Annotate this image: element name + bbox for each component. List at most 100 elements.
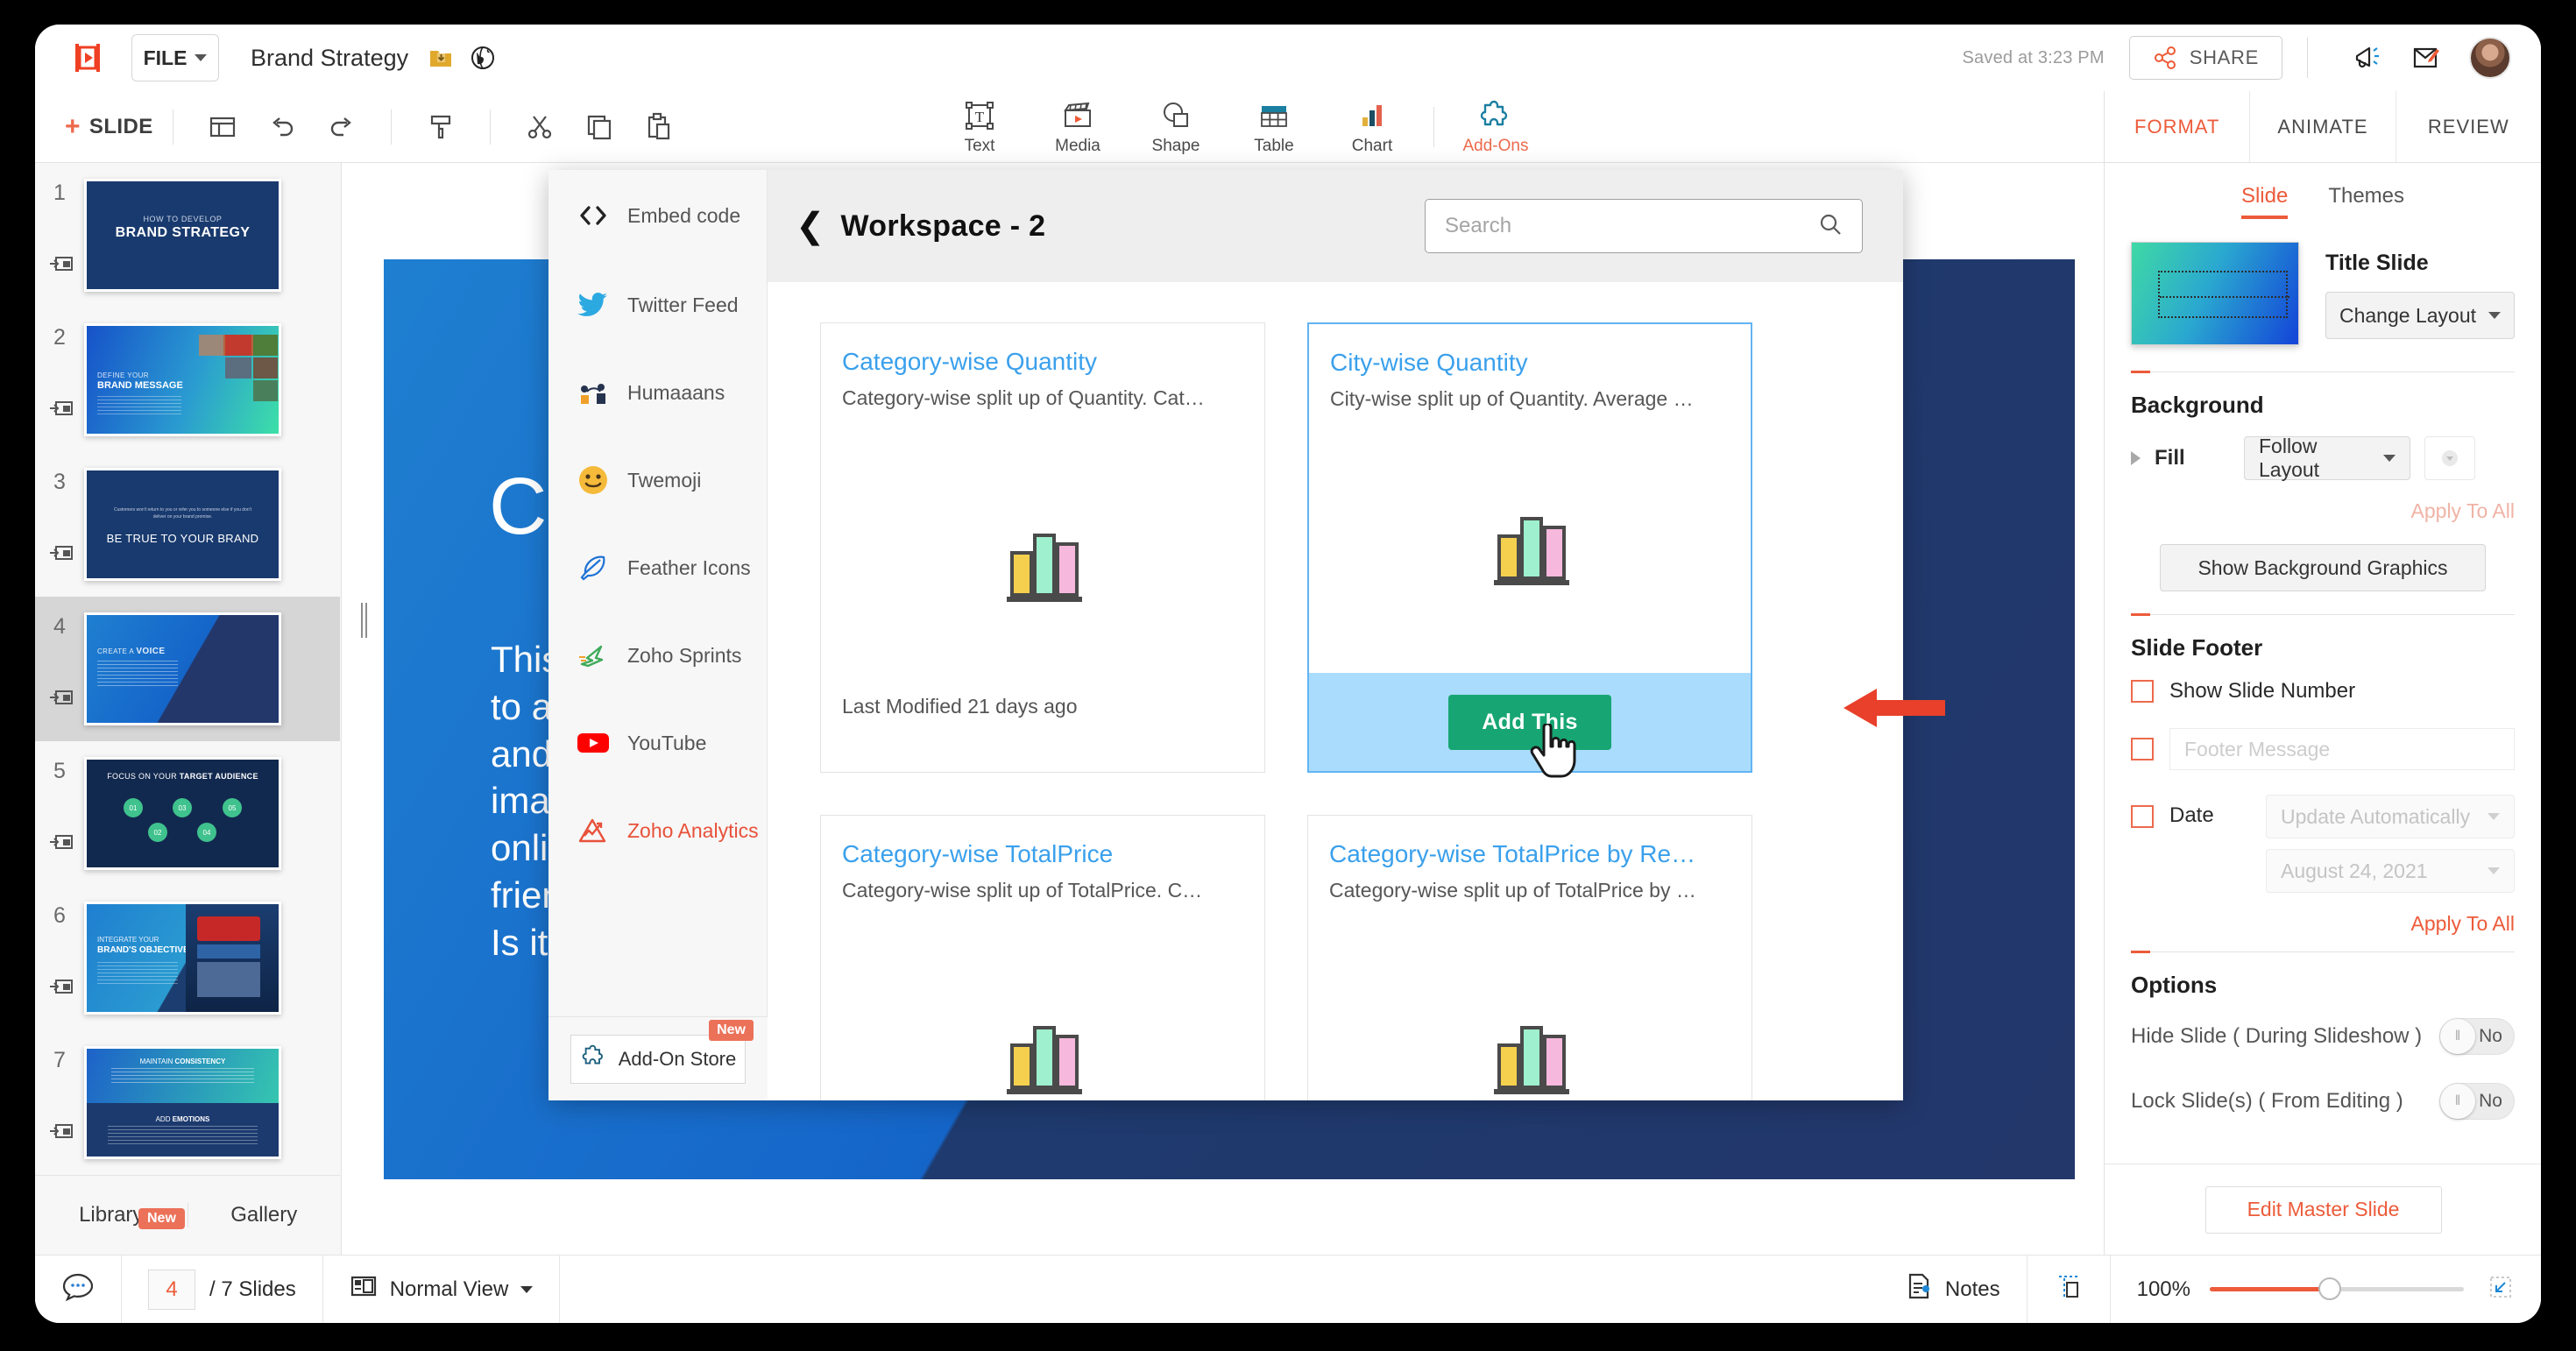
insert-shape-button[interactable]: Shape	[1127, 93, 1225, 161]
transition-icon[interactable]	[49, 543, 74, 569]
card-title[interactable]: Category-wise Quantity	[842, 348, 1243, 376]
zoho-show-logo-icon[interactable]	[68, 39, 107, 77]
card-title[interactable]: City-wise Quantity	[1330, 349, 1730, 377]
lock-slide-toggle[interactable]: ‖ No	[2439, 1083, 2515, 1120]
slide-thumbnail[interactable]: HOW TO DEVELOP BRAND STRATEGY	[84, 179, 281, 292]
comment-bubble-icon[interactable]	[61, 1272, 95, 1306]
footer-message-input[interactable]	[2169, 728, 2515, 770]
addon-item-youtube[interactable]: YouTube	[548, 699, 767, 787]
globe-icon[interactable]	[470, 45, 496, 71]
add-slide-button[interactable]: + SLIDE	[65, 113, 153, 140]
addon-item-zoho-sprints[interactable]: Zoho Sprints	[548, 612, 767, 699]
slide-thumbnail-6[interactable]: 6 INTEGRATE YOUR BRAND'S OBJECTIVES	[35, 886, 340, 1030]
addon-card-selected[interactable]: City-wise Quantity City-wise split up of…	[1307, 322, 1752, 778]
share-button[interactable]: SHARE	[2128, 36, 2282, 80]
zoom-slider[interactable]	[2210, 1277, 2464, 1300]
addon-store-button[interactable]: New Add-On Store	[570, 1019, 754, 1084]
format-painter-icon[interactable]	[418, 104, 464, 150]
tab-review[interactable]: REVIEW	[2395, 91, 2541, 162]
copy-icon[interactable]	[577, 104, 622, 150]
slide-thumbnail[interactable]: CREATE A VOICE	[84, 612, 281, 725]
view-mode-cell[interactable]: Normal View	[323, 1256, 560, 1324]
slide-thumbnail-5[interactable]: 5 FOCUS ON YOUR TARGET AUDIENCE 01 03 05…	[35, 741, 340, 886]
date-value-select[interactable]: August 24, 2021	[2266, 849, 2515, 893]
redo-icon[interactable]	[319, 104, 364, 150]
document-title[interactable]: Brand Strategy	[251, 45, 408, 72]
addon-item-zoho-analytics[interactable]: Zoho Analytics	[548, 787, 767, 874]
apply-to-all-footer[interactable]: Apply To All	[2131, 905, 2515, 936]
addon-item-humaaans[interactable]: Humaaans	[548, 349, 767, 436]
slide-thumbnail-7[interactable]: 7 MAINTAIN CONSISTENCY ADD EMOTIONS	[35, 1030, 340, 1175]
addon-item-feather-icons[interactable]: Feather Icons	[548, 524, 767, 612]
show-background-graphics-button[interactable]: Show Background Graphics	[2160, 544, 2486, 591]
transition-icon[interactable]	[49, 399, 74, 424]
transition-icon[interactable]	[49, 254, 74, 279]
addon-item-embed-code[interactable]: Embed code	[548, 170, 767, 261]
layout-preview-thumbnail[interactable]	[2131, 242, 2299, 345]
apply-to-all-background[interactable]: Apply To All	[2131, 492, 2515, 523]
paste-icon[interactable]	[636, 104, 682, 150]
change-layout-button[interactable]: Change Layout	[2325, 292, 2515, 339]
transition-icon[interactable]	[49, 832, 74, 858]
date-checkbox[interactable]	[2131, 805, 2154, 828]
slide-thumbnail-list[interactable]: 1 HOW TO DEVELOP BRAND STRATEGY 2 DEFINE…	[35, 163, 340, 1175]
addon-item-twitter-feed[interactable]: Twitter Feed	[548, 261, 767, 349]
transition-icon[interactable]	[49, 688, 74, 713]
current-slide-input[interactable]: 4	[148, 1269, 195, 1310]
transition-icon[interactable]	[49, 977, 74, 1002]
notes-button[interactable]: Notes	[1879, 1256, 2027, 1324]
slide-thumbnail-1[interactable]: 1 HOW TO DEVELOP BRAND STRATEGY	[35, 163, 340, 308]
tab-gallery[interactable]: Gallery	[187, 1203, 341, 1227]
subtab-slide[interactable]: Slide	[2240, 184, 2289, 219]
search-input[interactable]	[1445, 214, 1818, 238]
comments-cell[interactable]	[35, 1256, 121, 1324]
cut-scissors-icon[interactable]	[517, 104, 563, 150]
view-mode-selector[interactable]: Normal View	[350, 1274, 534, 1305]
slide-thumbnail[interactable]: FOCUS ON YOUR TARGET AUDIENCE 01 03 05 0…	[84, 757, 281, 870]
tab-animate[interactable]: ANIMATE	[2249, 91, 2395, 162]
tab-library[interactable]: New Library	[35, 1203, 188, 1229]
insert-chart-button[interactable]: Chart	[1323, 93, 1421, 161]
date-mode-select[interactable]: Update Automatically	[2266, 795, 2515, 838]
addon-card[interactable]: Category-wise Quantity Category-wise spl…	[820, 322, 1265, 773]
show-slide-number-checkbox[interactable]	[2131, 680, 2154, 703]
transition-icon[interactable]	[49, 1121, 74, 1147]
hide-slide-toggle[interactable]: ‖ No	[2439, 1018, 2515, 1055]
tab-format[interactable]: FORMAT	[2105, 91, 2249, 162]
folder-save-icon[interactable]	[428, 45, 454, 71]
slide-thumbnail[interactable]: DEFINE YOUR BRAND MESSAGE	[84, 323, 281, 436]
zoom-slider-handle[interactable]	[2318, 1277, 2341, 1300]
slide-thumbnail[interactable]: Customers won't return to you or refer y…	[84, 468, 281, 581]
insert-addons-button[interactable]: Add-Ons	[1447, 93, 1545, 161]
compose-edit-icon[interactable]	[2403, 35, 2448, 81]
footer-message-checkbox[interactable]	[2131, 738, 2154, 760]
undo-icon[interactable]	[259, 104, 305, 150]
layout-grid-icon[interactable]	[200, 104, 245, 150]
search-box[interactable]	[1425, 199, 1863, 253]
slide-thumbnail-4[interactable]: 4 CREATE A VOICE	[35, 597, 340, 741]
slide-thumbnail[interactable]: INTEGRATE YOUR BRAND'S OBJECTIVES	[84, 902, 281, 1015]
card-title[interactable]: Category-wise TotalPrice by Re…	[1329, 840, 1730, 868]
insert-text-button[interactable]: T Text	[931, 93, 1029, 161]
slide-thumbnail-2[interactable]: 2 DEFINE YOUR BRAND MESSAGE	[35, 308, 340, 452]
fill-color-picker[interactable]	[2424, 436, 2475, 480]
edit-master-slide-button[interactable]: Edit Master Slide	[2204, 1185, 2442, 1234]
fit-to-screen-button[interactable]	[2028, 1256, 2110, 1324]
expand-triangle-icon[interactable]	[2131, 451, 2141, 465]
search-icon[interactable]	[1818, 212, 1843, 241]
user-avatar[interactable]	[2469, 37, 2511, 79]
expand-fullscreen-icon[interactable]	[2487, 1273, 2515, 1305]
chevron-left-icon[interactable]: ❮	[789, 209, 841, 244]
card-title[interactable]: Category-wise TotalPrice	[842, 840, 1243, 868]
subtab-themes[interactable]: Themes	[2328, 184, 2404, 219]
addon-card[interactable]: Category-wise TotalPrice Category-wise s…	[820, 815, 1265, 1100]
addon-item-twemoji[interactable]: Twemoji	[548, 436, 767, 524]
fill-select[interactable]: Follow Layout	[2244, 435, 2410, 481]
panel-resize-handle[interactable]	[361, 603, 368, 638]
slide-thumbnail-3[interactable]: 3 Customers won't return to you or refer…	[35, 452, 340, 597]
announcement-megaphone-icon[interactable]	[2345, 35, 2390, 81]
slide-thumbnail[interactable]: MAINTAIN CONSISTENCY ADD EMOTIONS	[84, 1046, 281, 1159]
addon-card[interactable]: Category-wise TotalPrice by Re… Category…	[1307, 815, 1752, 1100]
insert-table-button[interactable]: Table	[1225, 93, 1323, 161]
file-menu-button[interactable]: FILE	[131, 34, 219, 81]
